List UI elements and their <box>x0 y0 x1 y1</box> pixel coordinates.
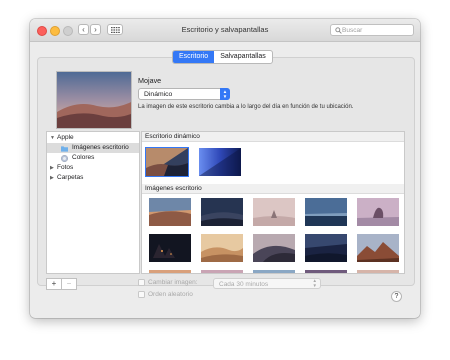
wallpaper-thumbnail <box>146 148 188 176</box>
wallpaper-thumb[interactable] <box>201 270 243 273</box>
wallpaper-thumbnail <box>305 234 347 262</box>
tab-salvapantallas[interactable]: Salvapantallas <box>214 51 272 63</box>
wallpaper-preview-image <box>57 72 131 128</box>
wallpaper-thumbnail <box>149 270 191 273</box>
wallpaper-thumbnail <box>305 270 347 273</box>
tab-escritorio[interactable]: Escritorio <box>173 51 215 63</box>
remove-folder-button[interactable]: − <box>61 279 76 289</box>
section-header-dynamic: Escritorio dinámico <box>142 132 404 142</box>
wallpaper-thumb[interactable] <box>357 270 399 273</box>
dynamic-wallpaper-mojave[interactable] <box>145 147 189 177</box>
wallpaper-thumb[interactable] <box>253 198 295 226</box>
wallpaper-thumb[interactable] <box>357 234 399 262</box>
change-picture-label: Cambiar imagen: <box>148 279 198 286</box>
wallpaper-browser: Escritorio dinámico Imágenes escritorio <box>141 131 405 274</box>
wallpaper-thumb[interactable] <box>305 198 347 226</box>
wallpaper-thumb[interactable] <box>305 270 347 273</box>
popup-arrows-icon: ▲ ▼ <box>312 278 317 288</box>
interval-popup[interactable]: Cada 30 minutos ▲ ▼ <box>213 278 321 289</box>
sidebar-item-label: Fotos <box>57 164 74 171</box>
random-order-option[interactable]: Orden aleatorio <box>138 291 193 298</box>
dynamic-wallpaper-blue[interactable] <box>199 148 241 176</box>
tab-bar: Escritorio Salvapantallas <box>172 50 273 64</box>
wallpaper-thumbnail <box>199 148 241 176</box>
search-input[interactable] <box>342 25 412 36</box>
wallpaper-thumb[interactable] <box>305 234 347 262</box>
section-header-images: Imágenes escritorio <box>142 184 404 194</box>
search-field[interactable] <box>330 24 414 36</box>
wallpaper-thumb[interactable] <box>149 270 191 273</box>
wallpaper-thumb[interactable] <box>253 234 295 262</box>
wallpaper-thumbnail <box>305 198 347 226</box>
disclosure-triangle-right-icon: ▶ <box>50 175 54 181</box>
color-wheel-icon <box>61 154 68 162</box>
change-picture-option[interactable]: Cambiar imagen: <box>138 279 198 286</box>
wallpaper-thumbnail <box>201 234 243 262</box>
search-icon <box>335 27 342 34</box>
interval-value: Cada 30 minutos <box>219 280 269 288</box>
add-folder-button[interactable]: + <box>47 279 61 289</box>
title-bar: ‹ › Escritorio y salvapantallas <box>30 19 420 42</box>
current-wallpaper-preview <box>56 71 132 129</box>
dynamic-mode-value: Dinámico <box>144 91 173 98</box>
wallpaper-thumbnail <box>357 198 399 226</box>
disclosure-triangle-down-icon: ▼ <box>50 135 55 141</box>
wallpaper-thumb[interactable] <box>149 198 191 226</box>
wallpaper-thumbnail <box>253 198 295 226</box>
disclosure-triangle-right-icon: ▶ <box>50 165 54 171</box>
preferences-window: ‹ › Escritorio y salvapantallas Escritor… <box>30 19 420 318</box>
wallpaper-thumbnail <box>149 198 191 226</box>
wallpaper-thumb[interactable] <box>357 198 399 226</box>
add-remove-control: + − <box>46 278 77 290</box>
sidebar-item-imagenes-escritorio[interactable]: Imágenes escritorio <box>47 143 139 153</box>
wallpaper-thumb[interactable] <box>201 234 243 262</box>
wallpaper-thumbnail <box>357 270 399 273</box>
help-button[interactable]: ? <box>391 291 402 302</box>
wallpaper-thumb[interactable] <box>201 198 243 226</box>
sidebar-item-label: Apple <box>57 134 74 141</box>
sidebar-item-label: Carpetas <box>57 174 84 181</box>
sidebar-item-label: Imágenes escritorio <box>72 144 129 151</box>
wallpaper-name: Mojave <box>138 76 162 85</box>
change-picture-checkbox[interactable] <box>138 279 145 286</box>
wallpaper-thumbnail <box>149 234 191 262</box>
wallpaper-description: La imagen de este escritorio cambia a lo… <box>138 104 354 110</box>
wallpaper-thumb[interactable] <box>253 270 295 273</box>
sidebar-item-carpetas[interactable]: ▶ Carpetas <box>47 173 139 183</box>
random-order-label: Orden aleatorio <box>148 291 193 298</box>
source-sidebar: ▼ Apple Imágenes escritorio Colores ▶ Fo… <box>46 131 140 274</box>
wallpaper-thumbnail <box>253 234 295 262</box>
sidebar-item-apple[interactable]: ▼ Apple <box>47 133 139 143</box>
wallpaper-thumb[interactable] <box>149 234 191 262</box>
sidebar-item-colores[interactable]: Colores <box>47 153 139 163</box>
wallpaper-thumbnail <box>357 234 399 262</box>
popup-arrows-icon: ▲ ▼ <box>220 88 230 100</box>
dynamic-mode-popup[interactable]: Dinámico ▲ ▼ <box>138 88 230 100</box>
random-order-checkbox[interactable] <box>138 291 145 298</box>
folder-icon <box>61 145 68 152</box>
sidebar-item-label: Colores <box>72 154 95 161</box>
wallpaper-thumbnail <box>253 270 295 273</box>
sidebar-item-fotos[interactable]: ▶ Fotos <box>47 163 139 173</box>
wallpaper-thumbnail <box>201 270 243 273</box>
wallpaper-thumbnail <box>201 198 243 226</box>
